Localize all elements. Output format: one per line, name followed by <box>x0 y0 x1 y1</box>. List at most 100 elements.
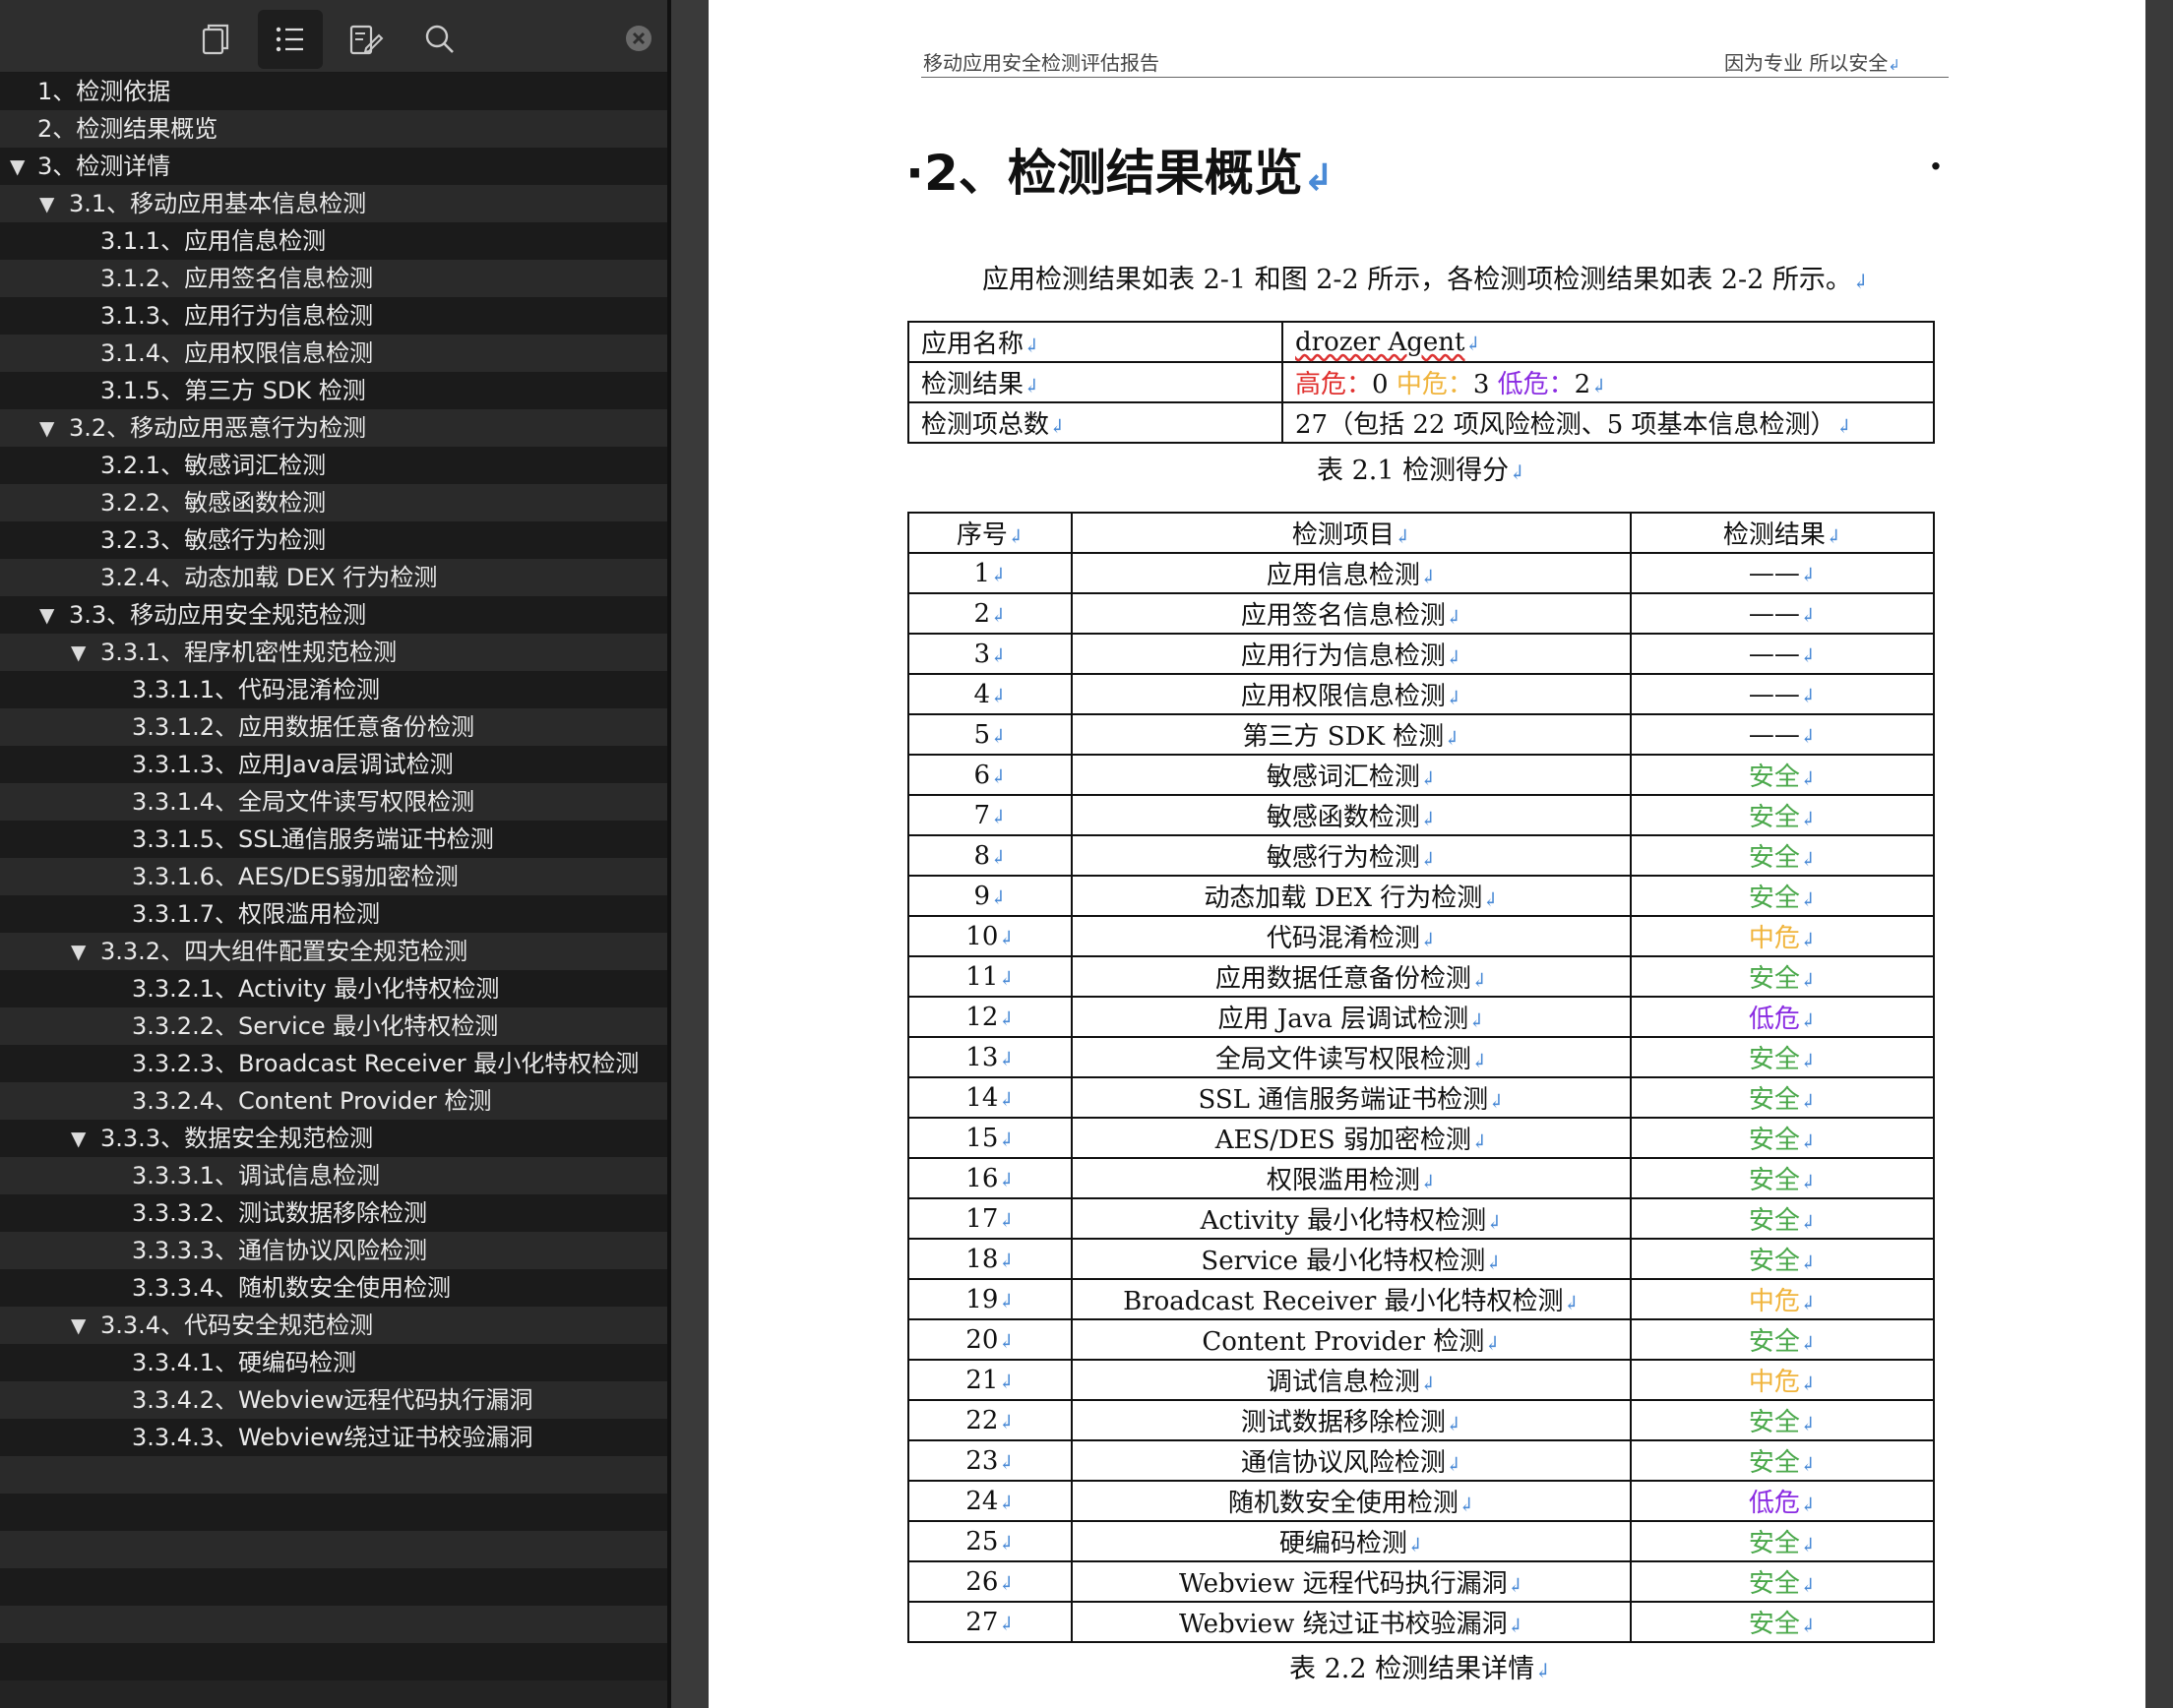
row-item: Content Provider 检测↲ <box>1071 1318 1632 1361</box>
row-item: 敏感词汇检测↲ <box>1071 754 1632 796</box>
outline-item[interactable]: ▼ 3.2、移动应用恶意行为检测 <box>0 409 667 447</box>
page-header-slogan: 因为专业 所以安全↲ <box>1724 51 1900 75</box>
outline-item[interactable]: 3.2.3、敏感行为检测 <box>0 521 667 559</box>
outline-item[interactable]: 3.2.4、动态加载 DEX 行为检测 <box>0 559 667 596</box>
outline-item-label: 3.2.4、动态加载 DEX 行为检测 <box>100 564 438 591</box>
disclosure-triangle-icon[interactable]: ▼ <box>71 1120 86 1157</box>
summary-caption: 表 2.1 检测得分↲ <box>1317 456 1526 486</box>
outline-empty-row <box>0 1606 667 1643</box>
outline-item[interactable]: 3.1.1、应用信息检测 <box>0 222 667 260</box>
outline-item[interactable]: 3.3.2.1、Activity 最小化特权检测 <box>0 970 667 1007</box>
intro-paragraph: 应用检测结果如表 2-1 和图 2-2 所示，各检测项检测结果如表 2-2 所示… <box>982 265 1869 295</box>
close-icon[interactable] <box>624 24 653 53</box>
row-item: 全局文件读写权限检测↲ <box>1071 1036 1632 1078</box>
disclosure-triangle-icon[interactable]: ▼ <box>71 634 86 671</box>
row-number: 5↲ <box>907 713 1073 756</box>
row-number: 9↲ <box>907 875 1073 917</box>
row-item: 应用信息检测↲ <box>1071 552 1632 594</box>
details-row: 10↲ 代码混淆检测↲ 中危↲ <box>907 915 1935 957</box>
outline-icon[interactable] <box>258 10 323 69</box>
outline-item[interactable]: 3.3.2.4、Content Provider 检测 <box>0 1082 667 1120</box>
disclosure-triangle-icon[interactable]: ▼ <box>39 185 54 222</box>
details-row: 12↲ 应用 Java 层调试检测↲ 低危↲ <box>907 996 1935 1038</box>
outline-item[interactable]: 3.3.4.1、硬编码检测 <box>0 1344 667 1381</box>
row-item: AES/DES 弱加密检测↲ <box>1071 1117 1632 1159</box>
details-row: 24↲ 随机数安全使用检测↲ 低危↲ <box>907 1480 1935 1522</box>
outline-item-label: 3、检测详情 <box>37 152 171 180</box>
outline-item[interactable]: 3.3.1.4、全局文件读写权限检测 <box>0 783 667 821</box>
outline-item[interactable]: 1、检测依据 <box>0 73 667 110</box>
outline-empty-row <box>0 1568 667 1606</box>
disclosure-triangle-icon[interactable]: ▼ <box>71 1307 86 1344</box>
row-item: 通信协议风险检测↲ <box>1071 1439 1632 1482</box>
outline-item[interactable]: 3.3.3.1、调试信息检测 <box>0 1157 667 1194</box>
col-header-item: 检测项目↲ <box>1071 512 1632 554</box>
outline-item[interactable]: 3.1.5、第三方 SDK 检测 <box>0 372 667 409</box>
row-number: 12↲ <box>907 996 1073 1038</box>
details-row: 13↲ 全局文件读写权限检测↲ 安全↲ <box>907 1036 1935 1078</box>
outline-item[interactable]: 3.3.1.7、权限滥用检测 <box>0 895 667 933</box>
outline-item-label: 3.1.3、应用行为信息检测 <box>100 302 374 330</box>
annotate-icon[interactable] <box>333 10 398 69</box>
outline-item[interactable]: 3.3.4.2、Webview远程代码执行漏洞 <box>0 1381 667 1419</box>
search-icon[interactable] <box>407 10 472 69</box>
row-item: 硬编码检测↲ <box>1071 1520 1632 1562</box>
outline-item[interactable]: 3.3.1.1、代码混淆检测 <box>0 671 667 708</box>
outline-item[interactable]: 2、检测结果概览 <box>0 110 667 148</box>
app-name-label: 应用名称↲ <box>907 321 1283 363</box>
outline-item[interactable]: 3.2.2、敏感函数检测 <box>0 484 667 521</box>
outline-item[interactable]: 3.3.1.3、应用Java层调试检测 <box>0 746 667 783</box>
outline-item[interactable]: 3.3.1.2、应用数据任意备份检测 <box>0 708 667 746</box>
outline-item[interactable]: ▼ 3.3、移动应用安全规范检测 <box>0 596 667 634</box>
outline-item[interactable]: 3.2.1、敏感词汇检测 <box>0 447 667 484</box>
row-number: 4↲ <box>907 673 1073 715</box>
disclosure-triangle-icon[interactable]: ▼ <box>71 933 86 970</box>
disclosure-triangle-icon[interactable]: ▼ <box>10 148 25 185</box>
outline-item[interactable]: 3.1.3、应用行为信息检测 <box>0 297 667 335</box>
outline-item-label: 3.3.1.2、应用数据任意备份检测 <box>132 713 474 741</box>
outline-item[interactable]: 3.3.2.2、Service 最小化特权检测 <box>0 1007 667 1045</box>
details-row: 4↲ 应用权限信息检测↲ ——↲ <box>907 673 1935 715</box>
row-result: ——↲ <box>1630 633 1935 675</box>
document-page: 移动应用安全检测评估报告 因为专业 所以安全↲ ·2、检测结果概览↲ · 应用检… <box>709 0 2145 1708</box>
disclosure-triangle-icon[interactable]: ▼ <box>39 409 54 447</box>
row-number: 7↲ <box>907 794 1073 836</box>
row-item: 应用行为信息检测↲ <box>1071 633 1632 675</box>
mid-risk-count: 3 <box>1472 370 1490 399</box>
row-item: 权限滥用检测↲ <box>1071 1157 1632 1199</box>
row-number: 6↲ <box>907 754 1073 796</box>
row-number: 23↲ <box>907 1439 1073 1482</box>
outline-item[interactable]: ▼ 3.3.2、四大组件配置安全规范检测 <box>0 933 667 970</box>
page-gutter <box>671 0 709 1708</box>
row-result: 安全↲ <box>1630 754 1935 796</box>
outline-item[interactable]: 3.3.2.3、Broadcast Receiver 最小化特权检测 <box>0 1045 667 1082</box>
row-number: 13↲ <box>907 1036 1073 1078</box>
outline-item[interactable]: ▼ 3.3.1、程序机密性规范检测 <box>0 634 667 671</box>
outline-item-label: 3.3.1.5、SSL通信服务端证书检测 <box>132 825 494 853</box>
outline-item[interactable]: 3.3.3.3、通信协议风险检测 <box>0 1232 667 1269</box>
outline-item-label: 3.3.3.1、调试信息检测 <box>132 1162 380 1190</box>
outline-item[interactable]: 3.3.4.3、Webview绕过证书校验漏洞 <box>0 1419 667 1456</box>
outline-item-label: 3.3、移动应用安全规范检测 <box>69 601 367 629</box>
heading-marker: · <box>1929 144 1943 190</box>
outline-item[interactable]: ▼ 3.3.3、数据安全规范检测 <box>0 1120 667 1157</box>
outline-item[interactable]: 3.3.1.5、SSL通信服务端证书检测 <box>0 821 667 858</box>
row-result: 安全↲ <box>1630 1238 1935 1280</box>
outline-item[interactable]: 3.3.3.2、测试数据移除检测 <box>0 1194 667 1232</box>
disclosure-triangle-icon[interactable]: ▼ <box>39 596 54 634</box>
outline-item[interactable]: 3.1.2、应用签名信息检测 <box>0 260 667 297</box>
row-item: Broadcast Receiver 最小化特权检测↲ <box>1071 1278 1632 1320</box>
outline-item[interactable]: ▼ 3.1、移动应用基本信息检测 <box>0 185 667 222</box>
pages-icon[interactable] <box>183 10 248 69</box>
row-result: 安全↲ <box>1630 1036 1935 1078</box>
sidebar-toolbar <box>0 0 667 73</box>
outline-item[interactable]: 3.3.3.4、随机数安全使用检测 <box>0 1269 667 1307</box>
row-item: 随机数安全使用检测↲ <box>1071 1480 1632 1522</box>
row-number: 18↲ <box>907 1238 1073 1280</box>
outline-item[interactable]: ▼ 3、检测详情 <box>0 148 667 185</box>
outline-item-label: 3.3.3.2、测试数据移除检测 <box>132 1199 427 1227</box>
outline-item[interactable]: 3.3.1.6、AES/DES弱加密检测 <box>0 858 667 895</box>
outline-item[interactable]: ▼ 3.3.4、代码安全规范检测 <box>0 1307 667 1344</box>
outline-item-label: 3.3.1.7、权限滥用检测 <box>132 900 380 928</box>
outline-item[interactable]: 3.1.4、应用权限信息检测 <box>0 335 667 372</box>
